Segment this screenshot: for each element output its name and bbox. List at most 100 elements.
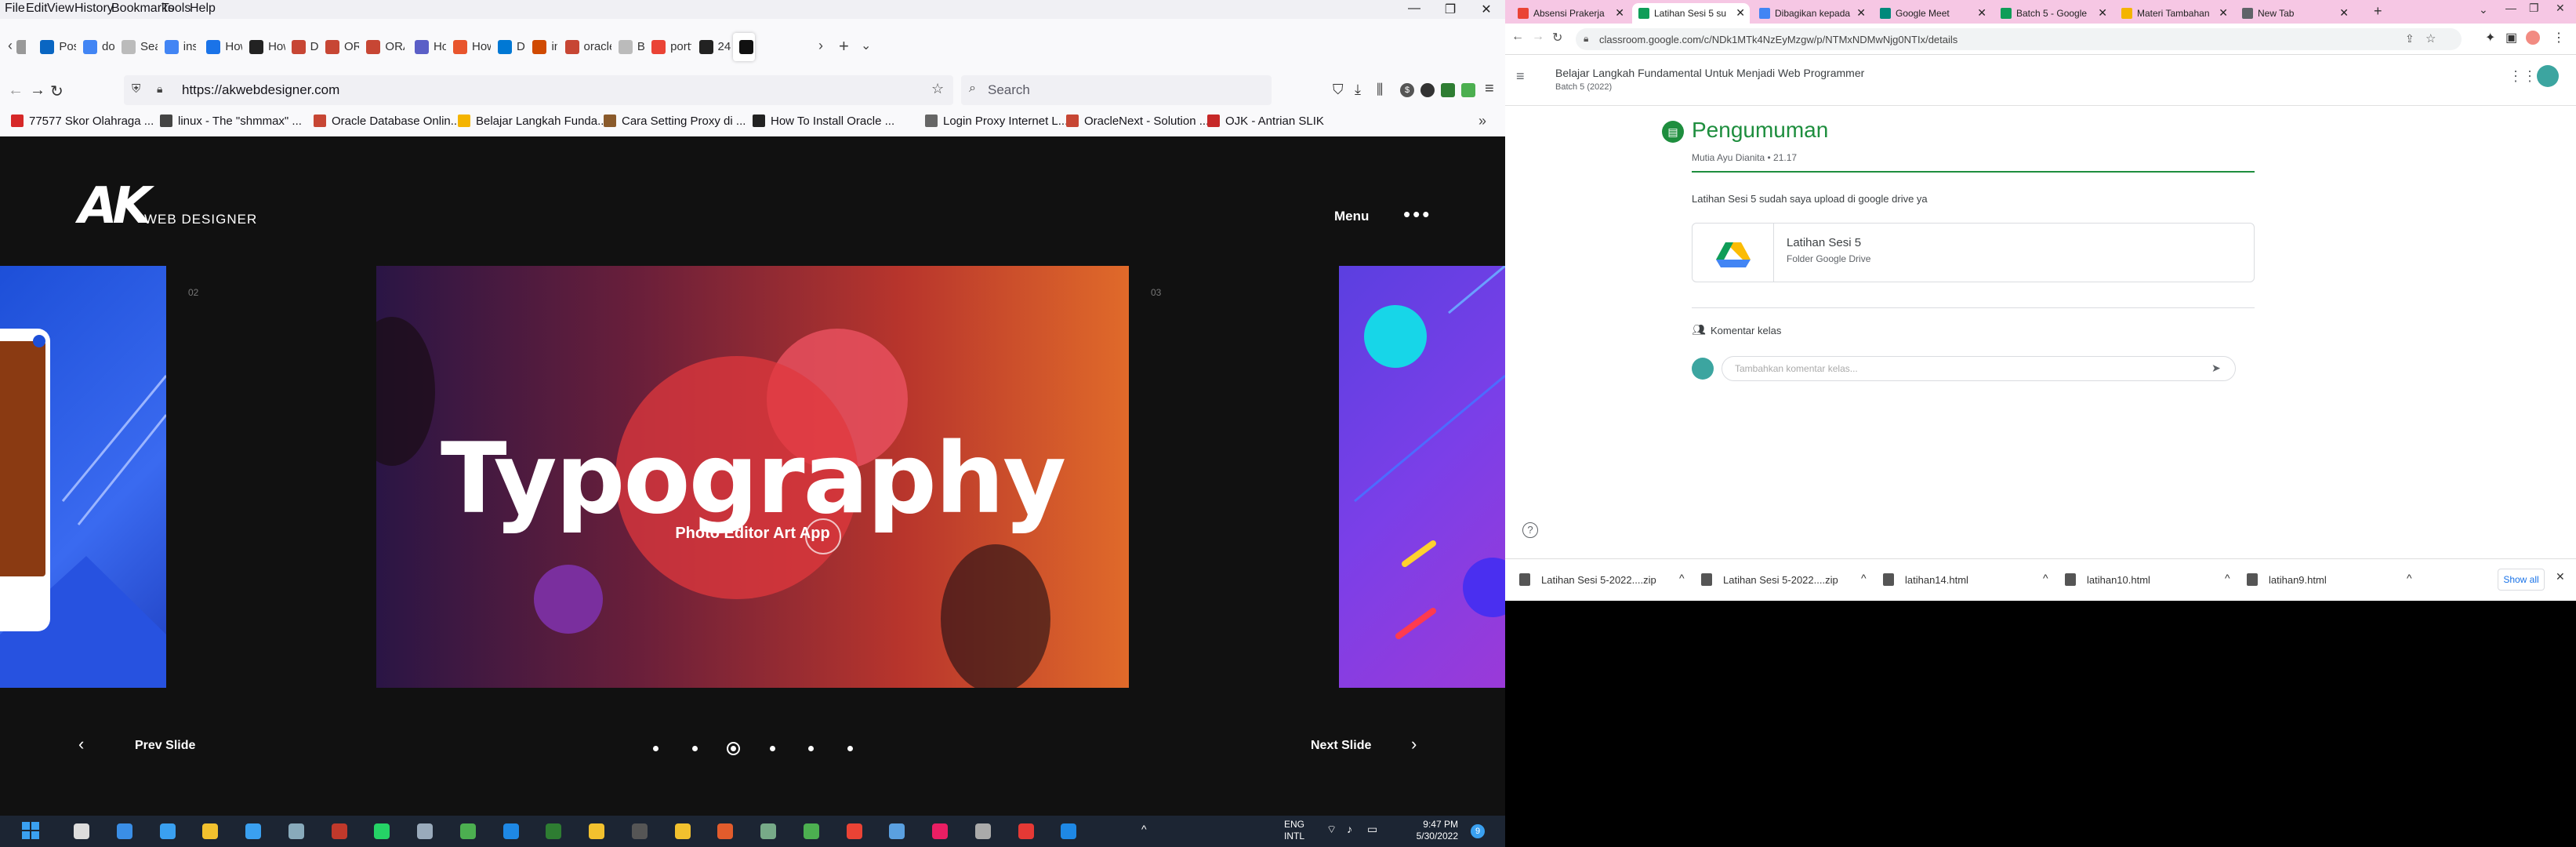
download-item[interactable]: latihan9.html ^ [2247, 570, 2419, 592]
chrome-tab-close-icon[interactable]: ✕ [2219, 6, 2228, 20]
chrome-bookmark-icon[interactable]: ☆ [2425, 31, 2436, 45]
taskbar-app-icon[interactable] [1061, 823, 1077, 839]
chrome-tab-3[interactable]: Google Meet ✕ [1874, 3, 1991, 24]
tab-12[interactable]: Does [492, 33, 525, 61]
taskbar-app-icon[interactable] [503, 823, 519, 839]
restore-icon[interactable]: ❐ [1435, 2, 1466, 17]
chrome-tab-close-icon[interactable]: ✕ [2339, 6, 2349, 20]
chrome-profile-avatar[interactable] [2526, 31, 2540, 45]
taskbar-app-icon[interactable] [202, 823, 219, 839]
taskbar-app-icon[interactable] [159, 823, 176, 839]
extension2-icon[interactable] [1420, 83, 1435, 97]
taskbar-app-icon[interactable] [116, 823, 132, 839]
menu-history[interactable]: History [74, 2, 114, 16]
taskbar-app-icon[interactable] [932, 823, 948, 839]
tray-overflow-icon[interactable]: ^ [1141, 823, 1147, 835]
taskbar-app-icon[interactable] [674, 823, 691, 839]
slider-dot-6[interactable] [847, 746, 853, 751]
slide-subtitle[interactable]: Photo Editor Art App [376, 525, 1129, 543]
tab-1[interactable]: Post | [34, 33, 76, 61]
chrome-tab-search-icon[interactable]: ⌄ [2479, 3, 2488, 16]
chrome-reload-icon[interactable]: ↻ [1552, 30, 1562, 45]
taskbar-app-icon[interactable] [459, 823, 476, 839]
bookmark-7[interactable]: OracleNext - Solution ... [1066, 115, 1209, 128]
reload-icon[interactable]: ↻ [50, 82, 63, 101]
lock-icon[interactable]: 🔒︎ [157, 82, 162, 96]
menu-link[interactable]: Menu [1334, 209, 1369, 224]
extension3-icon[interactable] [1441, 83, 1455, 97]
chrome-omnibox[interactable]: 🔒︎ classroom.google.com/c/NDk1MTk4NzEyMz… [1576, 28, 2462, 50]
chrome-tab-close-icon[interactable]: ✕ [2098, 6, 2107, 20]
help-icon[interactable]: ? [1522, 522, 1538, 538]
forward-icon[interactable]: → [30, 82, 45, 100]
tab-0[interactable]: kip [10, 33, 27, 61]
tab-8[interactable]: ORAC [319, 33, 359, 61]
url-bar[interactable]: ⛨ 🔒︎ https://akwebdesigner.com ☆ [124, 75, 953, 105]
bookmark-2[interactable]: Oracle Database Onlin... [314, 115, 460, 128]
bookmark-6[interactable]: Login Proxy Internet L... [925, 115, 1068, 128]
tab-10[interactable]: How [408, 33, 446, 61]
taskbar-app-icon[interactable] [374, 823, 390, 839]
chrome-tab-close-icon[interactable]: ✕ [1977, 6, 1986, 20]
close-downloads-icon[interactable]: ✕ [2556, 570, 2565, 583]
tabs-scroll-right-icon[interactable]: › [818, 38, 823, 54]
chrome-close-icon[interactable]: ✕ [2556, 2, 2565, 15]
menu-dots-icon[interactable]: ••• [1403, 202, 1431, 227]
tab-6[interactable]: How T [243, 33, 285, 61]
chrome-lock-icon[interactable]: 🔒︎ [1584, 33, 1588, 45]
download-item[interactable]: latihan10.html ^ [2065, 570, 2237, 592]
taskbar-app-icon[interactable] [846, 823, 862, 839]
clock[interactable]: 9:47 PM 5/30/2022 [1411, 819, 1458, 842]
chrome-tab-close-icon[interactable]: ✕ [1856, 6, 1866, 20]
language-indicator[interactable]: ENG INTL [1284, 819, 1304, 842]
comment-input[interactable]: Tambahkan komentar kelas... ➤ [1722, 356, 2236, 381]
chrome-sidepanel-icon[interactable]: ▣ [2505, 30, 2517, 45]
new-tab-icon[interactable]: + [839, 36, 849, 56]
pocket-icon[interactable]: ⛉ [1333, 82, 1344, 98]
tab-9[interactable]: ORAC [360, 33, 405, 61]
slider-dot-1[interactable] [653, 746, 659, 751]
taskbar-app-icon[interactable] [288, 823, 304, 839]
tab-15[interactable]: Bootstrap [612, 33, 644, 61]
tab-3[interactable]: Search So [115, 33, 158, 61]
taskbar-app-icon[interactable] [546, 823, 562, 839]
chrome-tab-1[interactable]: Latihan Sesi 5 su ✕ [1632, 3, 1750, 24]
next-arrow-icon[interactable]: › [1411, 734, 1417, 754]
start-icon[interactable] [22, 822, 39, 839]
download-options-icon[interactable]: ^ [1861, 572, 1867, 584]
chrome-tab-6[interactable]: New Tab ✕ [2236, 3, 2353, 24]
slider-dot-5[interactable] [808, 746, 815, 751]
bookmark-4[interactable]: Cara Setting Proxy di ... [604, 115, 746, 128]
menu-view[interactable]: View [47, 2, 74, 16]
tab-14[interactable]: oracle [559, 33, 611, 61]
taskbar-app-icon[interactable] [717, 823, 734, 839]
wifi-icon[interactable]: ⌔ [1326, 823, 1337, 837]
list-tabs-icon[interactable]: ⌄ [861, 38, 871, 53]
user-avatar[interactable] [2537, 65, 2559, 87]
chrome-tab-4[interactable]: Batch 5 - Google ✕ [1994, 3, 2112, 24]
menu-help[interactable]: Help [190, 2, 216, 16]
tab-18[interactable]: Ak [732, 33, 756, 61]
apps-grid-icon[interactable]: ⋮⋮ [2509, 68, 2537, 85]
slide-next-image[interactable] [1339, 266, 1505, 688]
prev-arrow-icon[interactable]: ‹ [78, 734, 84, 754]
menu-edit[interactable]: Edit [26, 2, 48, 16]
taskbar-app-icon[interactable] [245, 823, 261, 839]
bookmarks-overflow-icon[interactable]: » [1478, 113, 1486, 129]
chrome-tab-close-icon[interactable]: ✕ [1736, 6, 1745, 20]
download-options-icon[interactable]: ^ [2407, 572, 2412, 584]
chrome-share-icon[interactable]: ⇪ [2405, 32, 2415, 45]
slider-dot-3[interactable] [727, 742, 741, 755]
tab-11[interactable]: How [447, 33, 491, 61]
taskbar-app-icon[interactable] [631, 823, 648, 839]
taskbar-app-icon[interactable] [760, 823, 776, 839]
slide-current[interactable]: Typography Photo Editor Art App [376, 266, 1129, 688]
taskbar-app-icon[interactable] [589, 823, 604, 839]
search-input[interactable]: ⌕ Search [961, 75, 1272, 105]
taskbar-app-icon[interactable] [1018, 823, 1034, 839]
slide-prev-image[interactable] [0, 266, 166, 688]
bookmark-star-icon[interactable]: ☆ [931, 81, 944, 97]
taskbar-app-icon[interactable] [331, 823, 347, 839]
bookmark-8[interactable]: OJK - Antrian SLIK [1207, 115, 1324, 128]
tab-17[interactable]: 24 Be [693, 33, 732, 61]
